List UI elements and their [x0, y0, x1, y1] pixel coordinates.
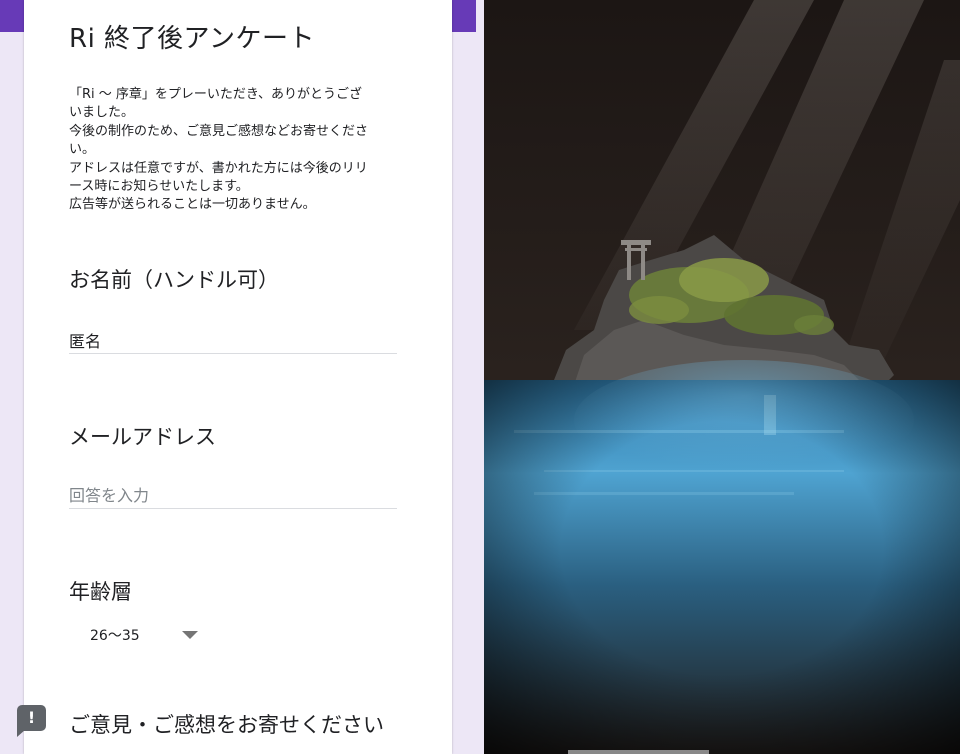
email-question-title: メールアドレス — [69, 425, 216, 449]
form-description: 「Ri ～ 序章」をプレーいただき、ありがとうござ いました。 今後の制作のため… — [69, 86, 414, 215]
description-line: い。 — [69, 142, 96, 158]
description-line: 広告等が送られることは一切ありません。 — [69, 197, 316, 213]
form-title: Ri 終了後アンケート — [69, 24, 316, 54]
age-selected-value: 26～35 — [90, 628, 140, 644]
description-line: 「Ri ～ 序章」をプレーいただき、ありがとうござ — [69, 87, 362, 102]
form-card: Ri 終了後アンケート 「Ri ～ 序章」をプレーいただき、ありがとうござ いま… — [24, 0, 452, 754]
description-line: アドレスは任意ですが、書かれた方には今後のリリ — [69, 160, 368, 176]
name-question-title: お名前（ハンドル可） — [69, 268, 279, 292]
email-input[interactable] — [69, 482, 397, 509]
dropdown-arrow-icon — [181, 631, 198, 639]
age-dropdown[interactable]: 26～35 — [90, 622, 216, 648]
island-cave-illustration — [484, 0, 960, 754]
description-line: いました。 — [69, 105, 135, 121]
feedback-report-button[interactable]: ! — [17, 705, 46, 737]
description-line: ース時にお知らせいたします。 — [69, 179, 249, 195]
exclamation-icon: ! — [27, 708, 36, 727]
form-pane: Ri 終了後アンケート 「Ri ～ 序章」をプレーいただき、ありがとうござ いま… — [0, 0, 476, 754]
horizontal-scrollbar-thumb[interactable] — [568, 750, 709, 754]
name-input[interactable] — [69, 327, 397, 354]
feedback-question-title: ご意見・ご感想をお寄せください — [69, 713, 384, 737]
description-line: 今後の制作のため、ご意見ご感想などお寄せくださ — [69, 123, 369, 139]
game-artwork — [484, 0, 960, 754]
age-question-title: 年齢層 — [69, 580, 132, 604]
